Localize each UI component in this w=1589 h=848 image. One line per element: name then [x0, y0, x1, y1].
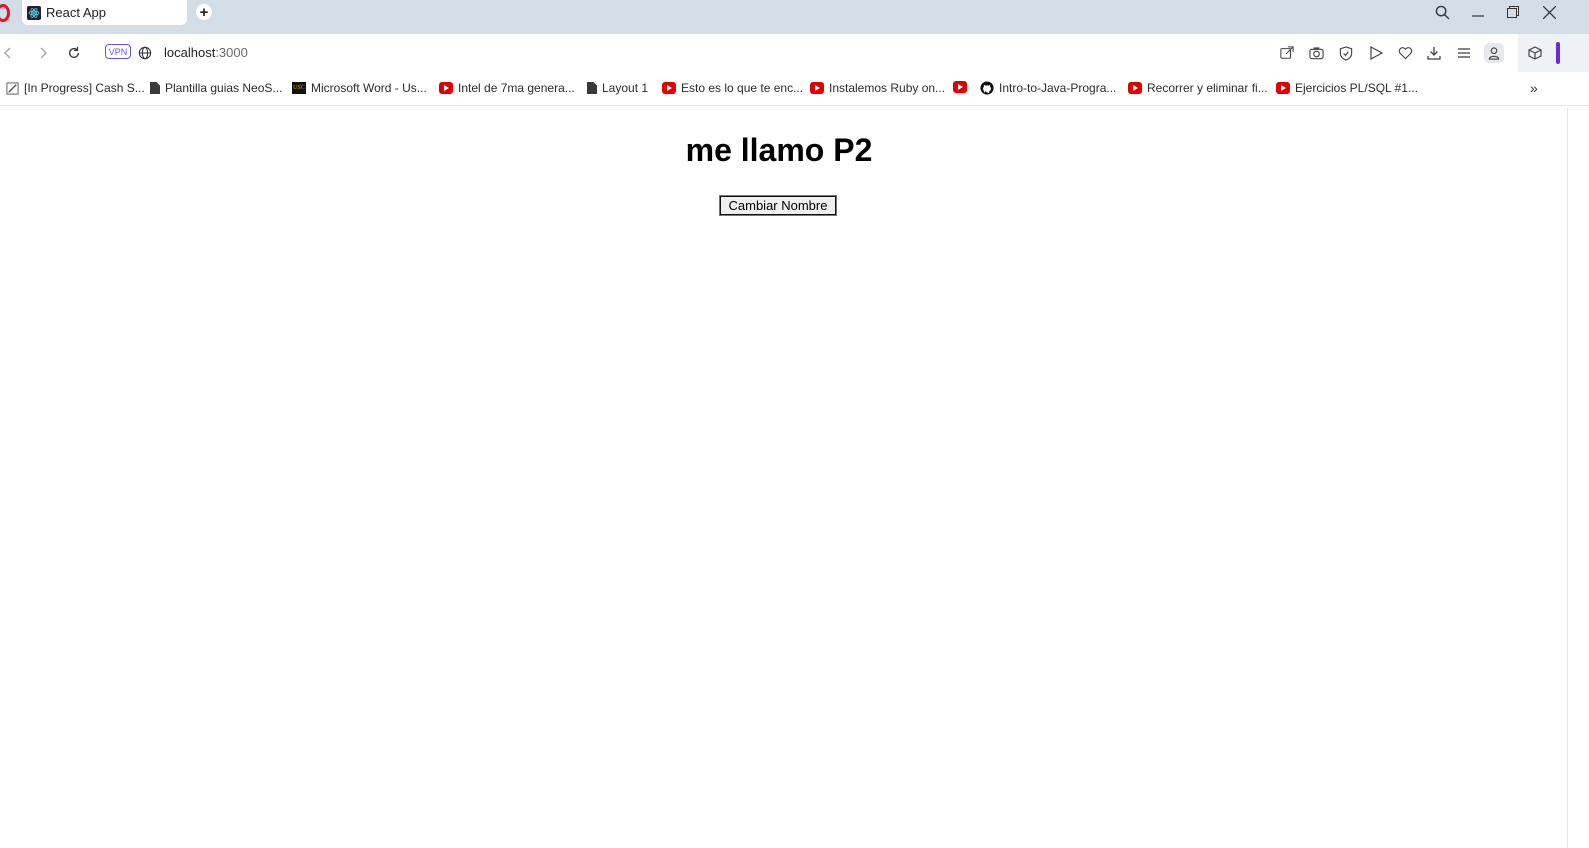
restore-icon[interactable]	[1503, 0, 1523, 24]
globe-icon[interactable]	[135, 43, 155, 63]
easy-setup-icon[interactable]	[1454, 43, 1474, 63]
forward-icon[interactable]	[33, 43, 53, 63]
search-tabs-icon[interactable]	[1432, 0, 1452, 24]
change-name-button[interactable]: Cambiar Nombre	[719, 195, 837, 216]
url-port: :3000	[215, 45, 248, 60]
bookmark-item[interactable]: [In Progress] Cash S...	[5, 81, 145, 95]
bookmarks-overflow-icon[interactable]: »	[1530, 80, 1538, 96]
address-bar: VPN localhost:3000	[0, 34, 1589, 72]
extensions-panel	[1518, 34, 1589, 72]
sidebar-indicator[interactable]	[1556, 42, 1560, 64]
opera-logo-icon[interactable]	[0, 4, 10, 22]
back-icon[interactable]	[0, 43, 18, 63]
tab-title: React App	[46, 5, 106, 20]
document-icon	[587, 82, 597, 94]
document-icon	[150, 82, 160, 94]
page-heading: me llamo P2	[685, 132, 873, 168]
url-host: localhost	[164, 45, 216, 60]
bookmark-item[interactable]	[953, 81, 972, 93]
youtube-icon	[439, 82, 453, 94]
new-tab-button[interactable]: +	[196, 4, 212, 20]
youtube-icon	[1128, 82, 1142, 94]
bookmarks-bar: [In Progress] Cash S... Plantilla guias …	[0, 72, 1589, 106]
bookmark-item[interactable]: Ejercicios PL/SQL #1...	[1276, 81, 1418, 95]
usc-logo-icon: USC	[292, 82, 306, 94]
react-icon	[27, 5, 41, 20]
send-icon[interactable]	[1366, 43, 1386, 63]
youtube-icon	[1276, 82, 1290, 94]
camera-icon[interactable]	[1306, 43, 1326, 63]
close-window-icon[interactable]	[1539, 0, 1559, 24]
profile-icon[interactable]	[1484, 43, 1504, 63]
bookmark-item[interactable]: Intel de 7ma genera...	[439, 81, 575, 95]
bookmark-item[interactable]: Layout 1	[587, 81, 648, 95]
url-field[interactable]: localhost:3000	[164, 45, 248, 60]
extensions-cube-icon[interactable]	[1525, 43, 1545, 63]
bookmark-item[interactable]: USC Microsoft Word - Us...	[292, 81, 427, 95]
youtube-icon	[662, 82, 676, 94]
github-icon	[980, 81, 994, 95]
youtube-icon	[810, 82, 824, 94]
bookmark-item[interactable]: Recorrer y eliminar fi...	[1128, 81, 1268, 95]
download-icon[interactable]	[1424, 43, 1444, 63]
page-viewport: me llamo P2 Cambiar Nombre	[0, 108, 1568, 848]
bookmark-item[interactable]: Plantilla guias NeoS...	[150, 81, 282, 95]
minimize-icon[interactable]	[1468, 0, 1488, 24]
bookmark-item[interactable]: Instalemos Ruby on...	[810, 81, 945, 95]
share-icon[interactable]	[1277, 43, 1297, 63]
bookmark-item[interactable]: Esto es lo que te enc...	[662, 81, 803, 95]
vpn-badge[interactable]: VPN	[105, 44, 131, 59]
youtube-icon	[953, 81, 967, 93]
reload-icon[interactable]	[64, 43, 84, 63]
shield-icon[interactable]	[1336, 43, 1356, 63]
heart-icon[interactable]	[1395, 43, 1415, 63]
tab-react-app[interactable]: React App	[22, 0, 187, 25]
title-bar: React App +	[0, 0, 1589, 34]
bookmark-item[interactable]: Intro-to-Java-Progra...	[980, 81, 1116, 95]
edit-icon	[5, 81, 19, 95]
